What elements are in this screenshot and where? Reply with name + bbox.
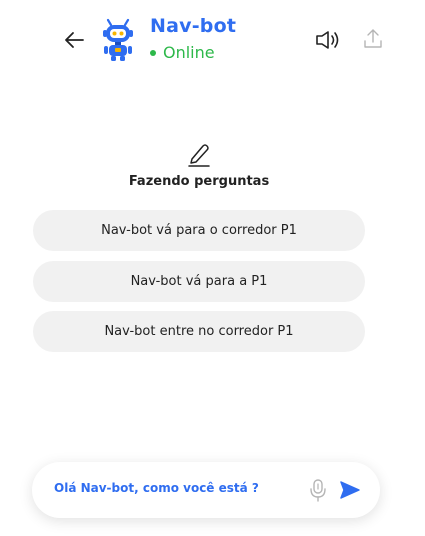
send-icon xyxy=(340,481,360,499)
microphone-icon xyxy=(310,479,326,502)
microphone-button[interactable] xyxy=(308,478,328,502)
status-label: Online xyxy=(163,43,215,62)
pencil-icon xyxy=(188,144,210,167)
back-button[interactable] xyxy=(60,26,88,54)
message-composer xyxy=(32,462,380,518)
suggestion-chip[interactable]: Nav-bot entre no corredor P1 xyxy=(33,311,365,352)
online-dot-icon xyxy=(150,49,156,56)
send-button[interactable] xyxy=(339,480,361,500)
upload-icon xyxy=(364,29,382,48)
message-input[interactable] xyxy=(54,481,294,495)
speaker-icon xyxy=(316,31,339,49)
arrow-left-icon xyxy=(65,32,84,48)
suggestions-title: Fazendo perguntas xyxy=(128,174,270,189)
chat-header: Nav-bot Online xyxy=(0,0,425,80)
status-indicator: Online xyxy=(150,43,215,62)
suggestion-chip[interactable]: Nav-bot vá para a P1 xyxy=(33,261,365,302)
bot-name: Nav-bot xyxy=(150,15,237,37)
robot-icon xyxy=(103,18,133,61)
speaker-button[interactable] xyxy=(314,28,342,52)
suggestion-chip[interactable]: Nav-bot vá para o corredor P1 xyxy=(33,210,365,251)
upload-button[interactable] xyxy=(362,27,384,51)
chat-screen: Nav-bot Online Fazendo perguntas Nav-bot… xyxy=(0,0,425,536)
